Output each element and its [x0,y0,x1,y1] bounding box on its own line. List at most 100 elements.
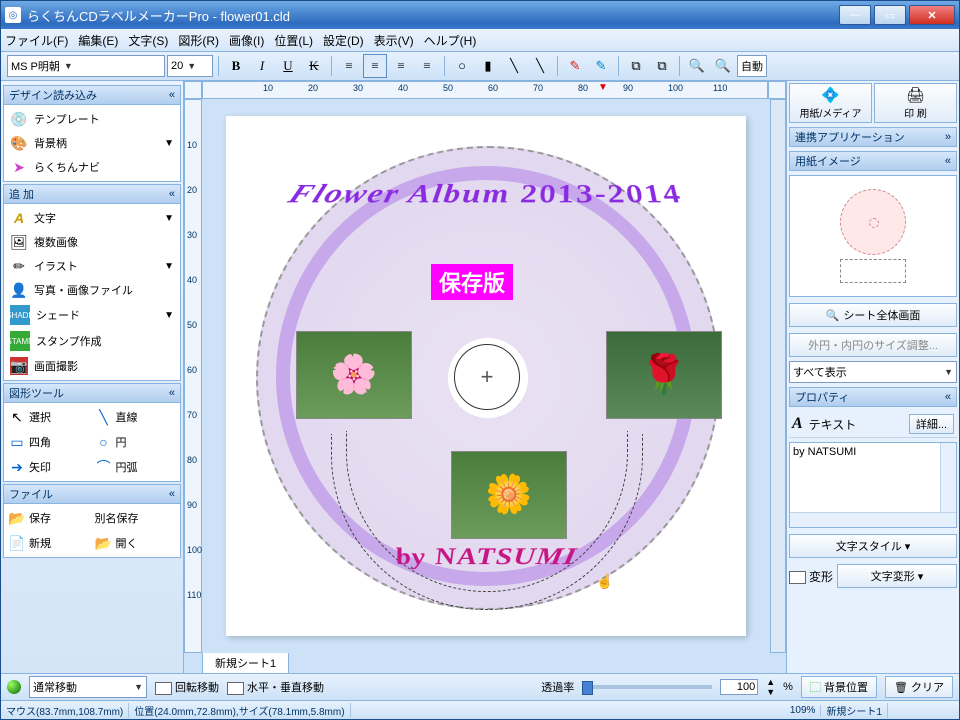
menu-edit[interactable]: 編集(E) [78,32,118,49]
arc-text-top[interactable]: Flower Album 2013-2014 [216,180,756,210]
circle-tool-button[interactable]: ○ [450,54,474,78]
shapetools-panel-header[interactable]: 図形ツール« [3,383,181,403]
vertical-scrollbar[interactable] [770,99,786,653]
property-textarea[interactable]: by NATSUMI [789,442,957,528]
line-tool1-button[interactable]: ╲ [502,54,526,78]
arc-text-bottom[interactable]: by NATSUMI [217,543,756,571]
paperimage-header[interactable]: 用紙イメージ« [789,151,957,171]
zoom-in-button[interactable]: 🔍 [685,54,709,78]
opacity-slider[interactable] [582,685,712,689]
percent-label: % [783,681,793,693]
menubar: ファイル(F) 編集(E) 文字(S) 図形(R) 画像(I) 位置(L) 設定… [1,29,959,52]
maximize-button[interactable]: ▭ [874,5,906,25]
opacity-value[interactable]: 100 [720,679,758,695]
clear-button[interactable]: 🗑 クリア [885,676,953,698]
fontsize-combo[interactable]: 20▼ [167,55,213,77]
cd-hole: + [454,344,520,410]
copy-button[interactable]: ⧉ [624,54,648,78]
underline-button[interactable]: U [276,54,300,78]
move-mode-combo[interactable]: 通常移動▼ [29,676,147,698]
italic-button[interactable]: I [250,54,274,78]
paper-preview[interactable] [789,175,957,297]
menu-file[interactable]: ファイル(F) [5,32,68,49]
tool-rect[interactable]: ▭四角 [6,430,92,454]
menu-help[interactable]: ヘルプ(H) [424,32,477,49]
align-left-button[interactable]: ≡ [337,54,361,78]
left-panel: デザイン読み込み« 💿テンプレート 🎨背景柄▼ ➤らくちんナビ 追 加« A文字… [1,81,184,673]
status-position: 位置(24.0mm,72.8mm),サイズ(78.1mm,5.8mm) [129,703,350,718]
opacity-label: 透過率 [541,679,574,695]
menu-shape[interactable]: 図形(R) [178,32,219,49]
align-center-button[interactable]: ≡ [363,54,387,78]
whole-sheet-button[interactable]: 🔍シート全体画面 [789,303,957,327]
status-indicator-icon [7,680,21,694]
line-tool2-button[interactable]: ╲ [528,54,552,78]
add-stamp-item[interactable]: STAMPスタンプ作成 [6,328,178,354]
file-saveas[interactable]: 別名保存 [93,506,179,530]
property-header[interactable]: プロパティ« [789,387,957,407]
add-shade-item[interactable]: SHADEシェード▼ [6,302,178,328]
autofit-combo[interactable]: 自動 [737,55,767,77]
file-save[interactable]: 📂保存 [6,506,92,530]
paste-button[interactable]: ⧉ [650,54,674,78]
file-panel-header[interactable]: ファイル« [3,484,181,504]
file-open[interactable]: 📂開く [93,531,179,555]
bg-position-button[interactable]: ⬚ 背景位置 [801,676,877,698]
prop-vscroll[interactable] [940,443,956,513]
add-multiimage-item[interactable]: 🖼複数画像 [6,230,178,254]
vertical-ruler[interactable]: 102030405060708090100110 [184,99,202,653]
strike-button[interactable]: K [302,54,326,78]
text-deform-button[interactable]: 文字変形 ▾ [837,564,957,588]
align-justify-button[interactable]: ≡ [415,54,439,78]
canvas[interactable]: Flower Album 2013-2014 保存版 🌸 🌹 🌼 + by NA… [202,99,770,653]
add-photo-item[interactable]: 👤写真・画像ファイル [6,278,178,302]
text-style-button[interactable]: 文字スタイル ▾ [789,534,957,558]
prop-hscroll[interactable] [790,512,956,527]
pen-red-button[interactable]: ✎ [563,54,587,78]
detail-button[interactable]: 詳細... [909,414,954,434]
print-button[interactable]: 🖨印 刷 [874,83,957,123]
template-item[interactable]: 💿テンプレート [6,107,178,131]
sheet-tabs: 新規シート1 [184,653,786,673]
add-panel-header[interactable]: 追 加« [3,184,181,204]
menu-image[interactable]: 画像(I) [229,32,264,49]
sheet-tab-1[interactable]: 新規シート1 [202,652,289,673]
bold-button[interactable]: B [224,54,248,78]
vertical-text-button[interactable]: ▮ [476,54,500,78]
zoom-out-button[interactable]: 🔍 [711,54,735,78]
tool-arc[interactable]: ⌒円弧 [93,455,179,479]
tool-select[interactable]: ↖選択 [6,405,92,429]
file-new[interactable]: 📄新規 [6,531,92,555]
badge-text[interactable]: 保存版 [431,264,513,300]
close-button[interactable]: ✕ [909,5,955,25]
menu-settings[interactable]: 設定(D) [323,32,364,49]
linkapps-header[interactable]: 連携アプリケーション» [789,127,957,147]
minimize-button[interactable]: — [839,5,871,25]
menu-view[interactable]: 表示(V) [374,32,414,49]
add-text-item[interactable]: A文字▼ [6,206,178,230]
photo-iris[interactable]: 🌸 [296,331,412,419]
deform-checkbox[interactable]: 変形 [789,568,833,585]
design-panel-header[interactable]: デザイン読み込み« [3,85,181,105]
tool-circle[interactable]: ○円 [93,430,179,454]
background-item[interactable]: 🎨背景柄▼ [6,131,178,155]
case-preview-icon [840,259,906,283]
show-combo[interactable]: すべて表示▼ [789,361,957,383]
add-capture-item[interactable]: 📷画面撮影 [6,354,178,378]
photo-rose[interactable]: 🌹 [606,331,722,419]
cursor-icon: ☝ [596,573,613,590]
tool-line[interactable]: ╲直線 [93,405,179,429]
rotate-move-checkbox[interactable]: 回転移動 [155,679,219,695]
menu-text[interactable]: 文字(S) [128,32,168,49]
align-right-button[interactable]: ≡ [389,54,413,78]
right-panel: 💠用紙/メディア 🖨印 刷 連携アプリケーション» 用紙イメージ« 🔍シート全体… [786,81,959,673]
add-illust-item[interactable]: ✏イラスト▼ [6,254,178,278]
font-combo[interactable]: MS P明朝▼ [7,55,165,77]
tool-arrow[interactable]: ➔矢印 [6,455,92,479]
pen-blue-button[interactable]: ✎ [589,54,613,78]
navi-item[interactable]: ➤らくちんナビ [6,155,178,179]
hv-move-checkbox[interactable]: 水平・垂直移動 [227,679,324,695]
menu-position[interactable]: 位置(L) [274,32,313,49]
horizontal-ruler[interactable]: 102030405060708090100110 ▼ [202,81,768,99]
paper-media-button[interactable]: 💠用紙/メディア [789,83,872,123]
